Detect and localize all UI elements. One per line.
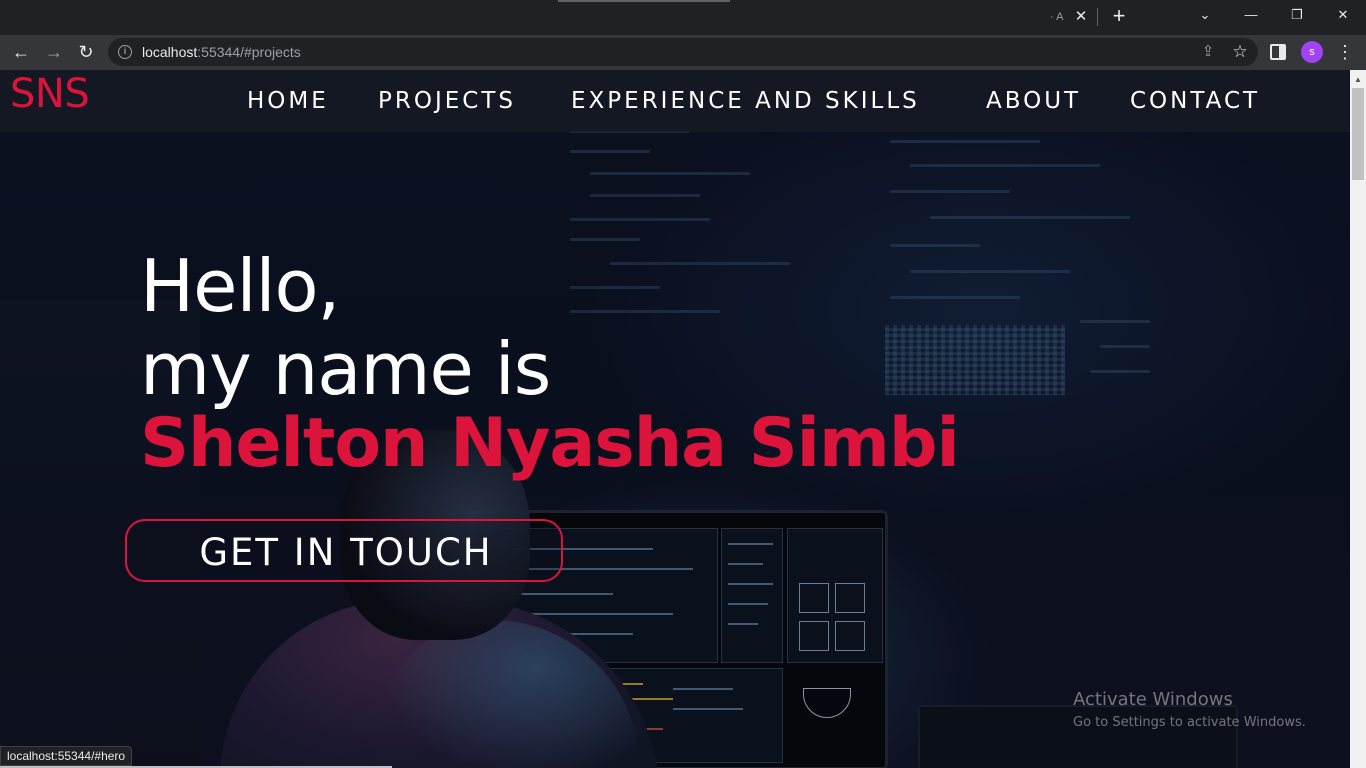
hero-section: SNS HOME PROJECTS EXPERIENCE AND SKILLS … [0, 70, 1350, 768]
restore-window-button[interactable]: ❐ [1274, 0, 1320, 32]
side-panel-icon[interactable] [1270, 44, 1286, 60]
browser-titlebar [0, 0, 1366, 35]
nav-link-experience-and-skills[interactable]: EXPERIENCE AND SKILLS [571, 86, 920, 116]
get-in-touch-label: GET IN TOUCH [199, 531, 493, 574]
site-logo[interactable]: SNS [10, 72, 90, 116]
close-window-button[interactable]: ✕ [1320, 0, 1366, 32]
tab-close-icon[interactable]: ✕ [1072, 8, 1090, 26]
site-info-icon[interactable]: i [118, 45, 132, 59]
tab-search-dropdown-icon[interactable]: ⌄ [1182, 0, 1228, 32]
tab-separator [1097, 8, 1098, 26]
background-grid-pattern [885, 325, 1065, 395]
reload-button[interactable]: ↻ [74, 40, 98, 64]
share-icon[interactable]: ⇪ [1198, 42, 1218, 62]
minimize-window-button[interactable]: — [1228, 0, 1274, 32]
link-status-bar: localhost:55344/#hero [0, 746, 133, 766]
profile-avatar[interactable]: s [1301, 41, 1323, 63]
url-path: :55344/#projects [197, 44, 301, 60]
new-tab-button[interactable]: + [1108, 5, 1130, 29]
scroll-up-arrow-icon[interactable]: ▲ [1350, 72, 1366, 88]
hero-name: Shelton Nyasha Simbi [140, 404, 960, 483]
tab-strip-indicator [558, 0, 730, 2]
activate-windows-subtitle: Go to Settings to activate Windows. [1073, 715, 1306, 730]
activate-windows-title: Activate Windows [1073, 689, 1233, 710]
browser-menu-icon[interactable]: ⋮ [1336, 42, 1354, 62]
forward-button[interactable]: → [42, 40, 66, 64]
back-button[interactable]: ← [9, 40, 33, 64]
get-in-touch-button[interactable]: GET IN TOUCH [125, 519, 563, 582]
address-url[interactable]: localhost:55344/#projects [142, 43, 301, 61]
scrollbar-thumb[interactable] [1352, 88, 1364, 180]
nav-link-about[interactable]: ABOUT [986, 86, 1081, 116]
nav-link-projects[interactable]: PROJECTS [378, 86, 516, 116]
url-host: localhost [142, 44, 198, 60]
nav-link-home[interactable]: HOME [247, 86, 329, 116]
bookmark-star-icon[interactable]: ☆ [1230, 42, 1250, 62]
site-navbar: SNS HOME PROJECTS EXPERIENCE AND SKILLS … [0, 70, 1350, 132]
nav-link-contact[interactable]: CONTACT [1130, 86, 1260, 116]
hero-greeting: Hello, [140, 244, 340, 328]
background-code-wall [560, 120, 1160, 440]
